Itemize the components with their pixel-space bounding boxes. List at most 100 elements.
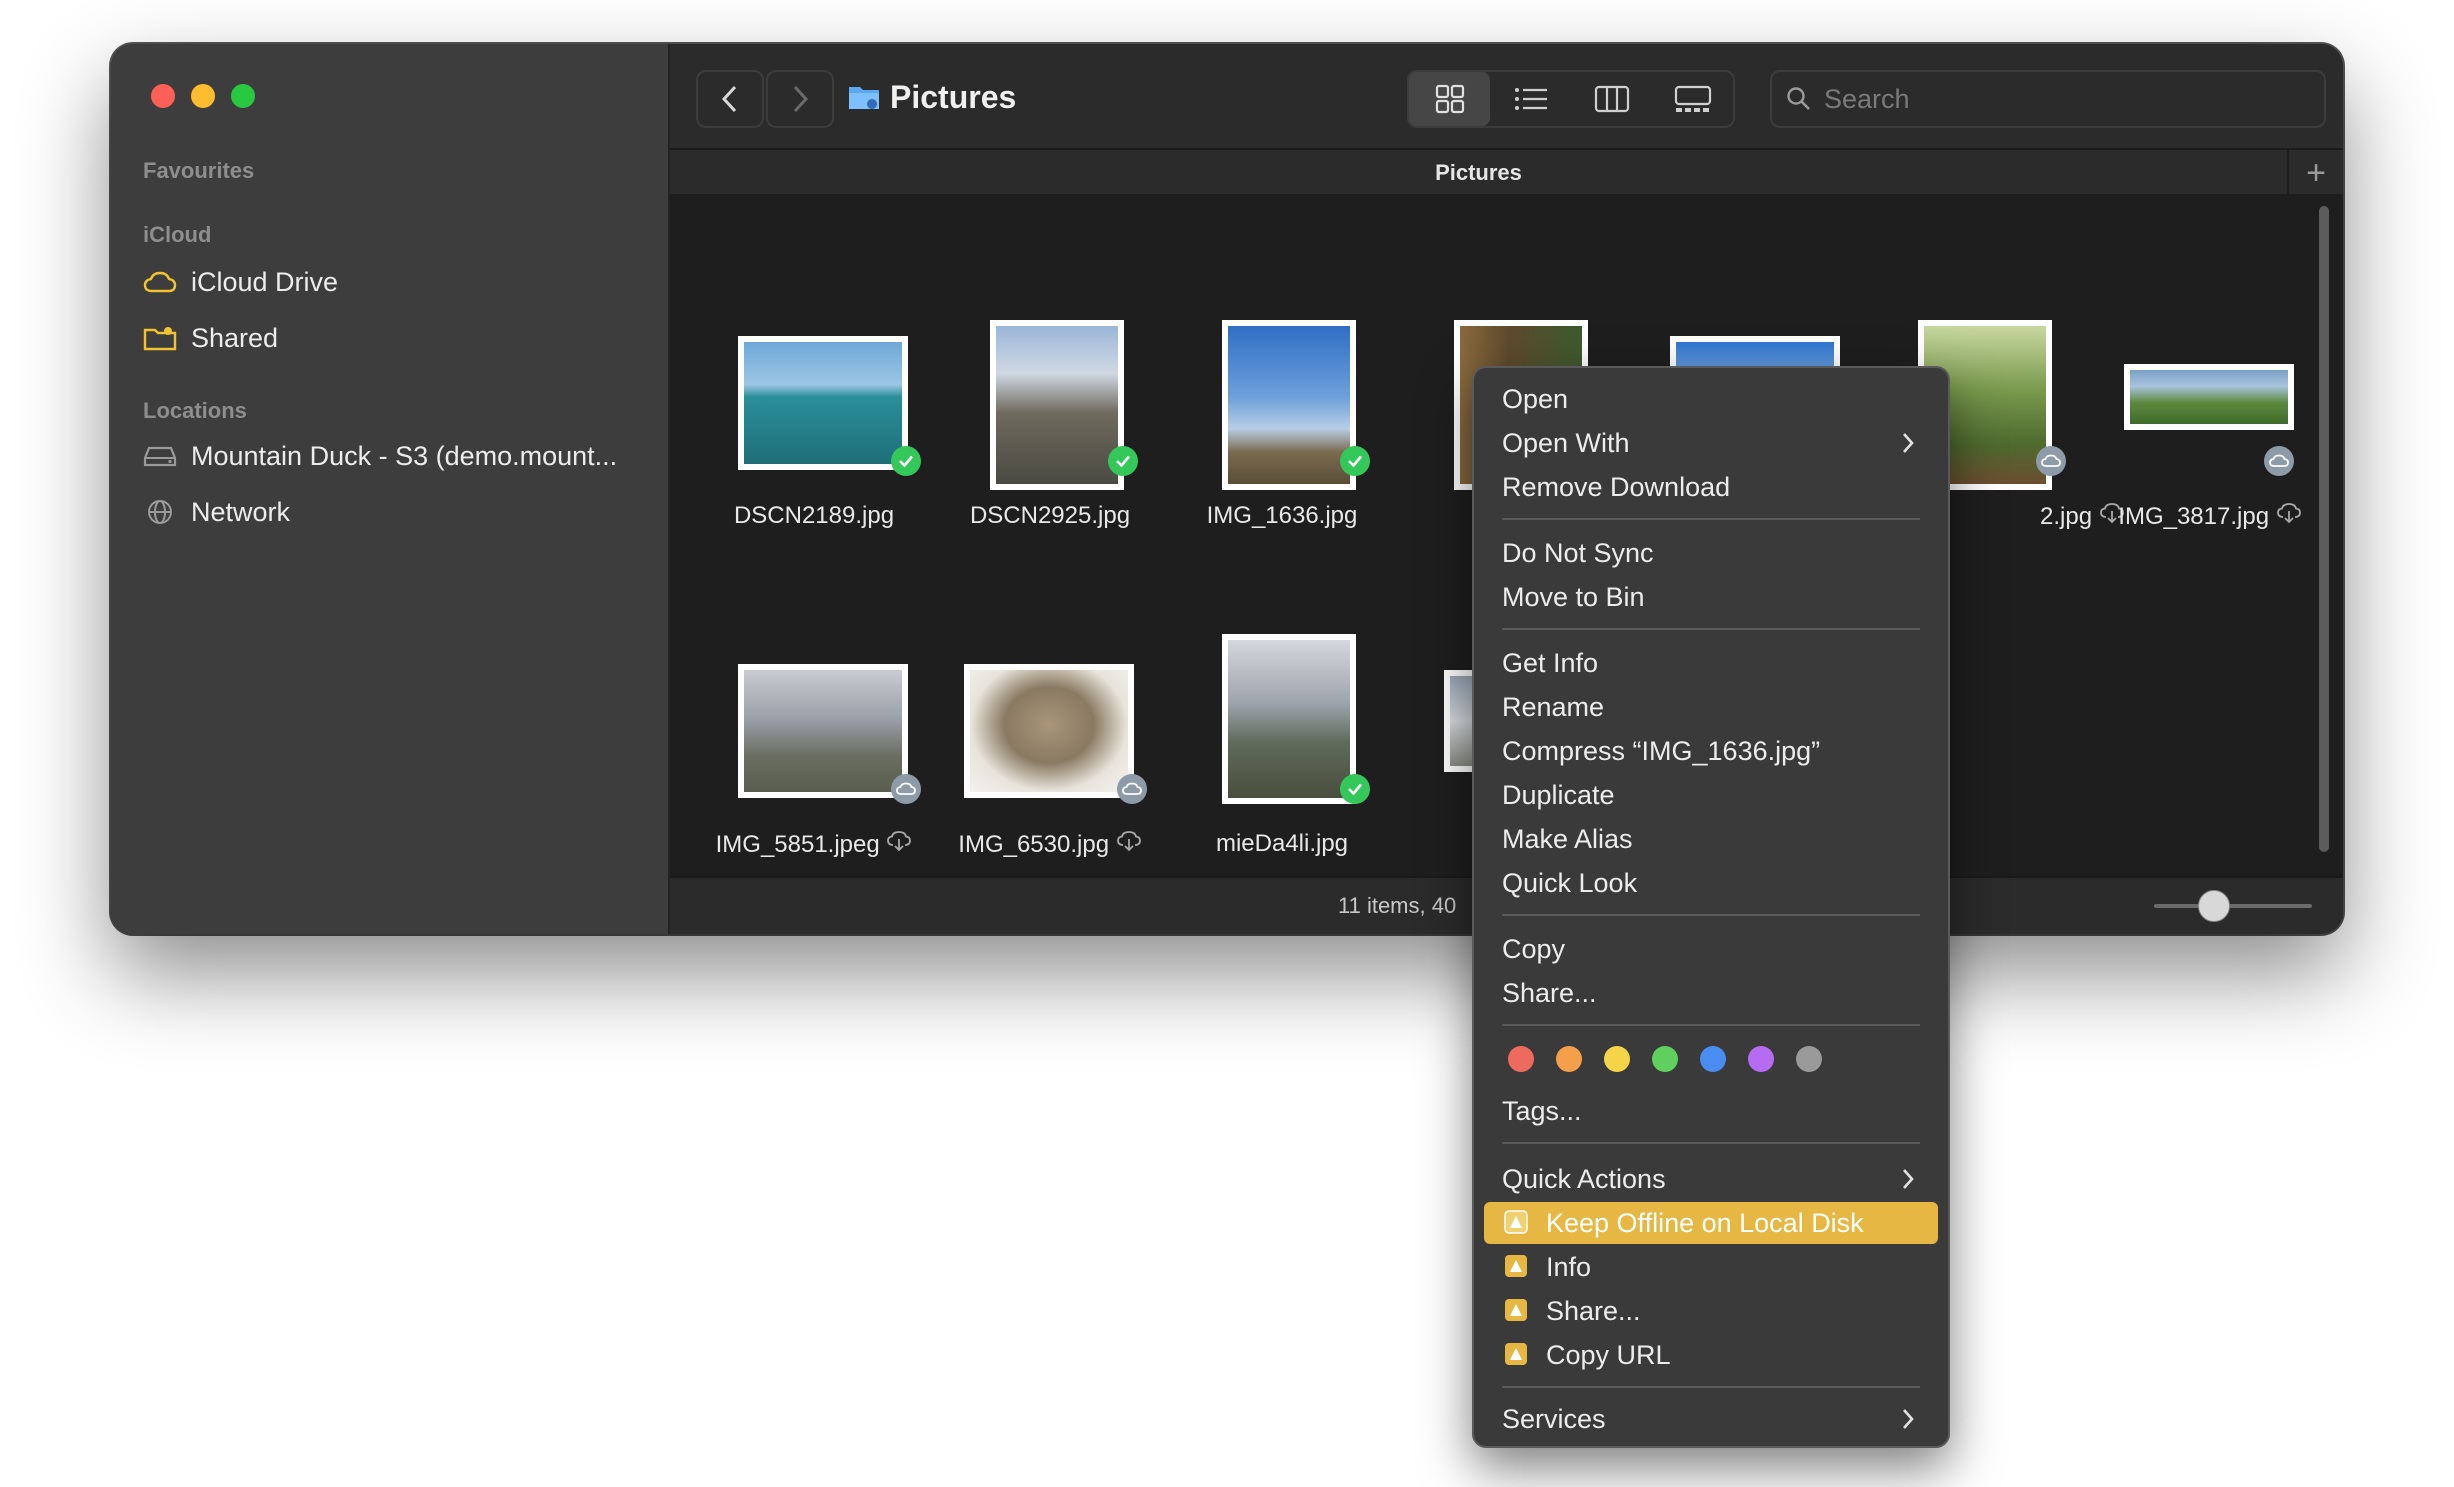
menu-separator [1502, 1024, 1920, 1026]
finder-window: Favourites iCloud iCloud Drive Shared Lo… [111, 44, 2343, 934]
column-view-button[interactable] [1571, 72, 1652, 126]
view-mode-group [1407, 70, 1735, 128]
new-tab-button[interactable]: + [2287, 150, 2343, 196]
cloud-icon [891, 774, 921, 804]
synced-icon [1340, 774, 1370, 804]
menu-item-quick-look[interactable]: Quick Look [1484, 862, 1938, 904]
list-view-button[interactable] [1490, 72, 1571, 126]
context-menu: Open Open With Remove Download Do Not Sy… [1472, 366, 1950, 1448]
sidebar-item-label: Shared [191, 322, 279, 353]
tag-blue[interactable] [1700, 1046, 1726, 1072]
file-name: mieDa4li.jpg [1215, 830, 1349, 857]
file-name: IMG_3817.jpg [2072, 502, 2343, 531]
file-thumbnail [1222, 320, 1356, 490]
menu-item-open-with[interactable]: Open With [1484, 422, 1938, 464]
menu-item-open[interactable]: Open [1484, 378, 1938, 420]
menu-separator [1502, 1386, 1920, 1388]
tab-pictures[interactable]: Pictures [670, 150, 2287, 196]
cloud-download-icon [1116, 831, 1141, 852]
file-thumbnail [964, 664, 1134, 798]
menu-item-make-alias[interactable]: Make Alias [1484, 818, 1938, 860]
menu-separator [1502, 628, 1920, 630]
grid-icon [1435, 84, 1464, 114]
cloud-icon [1117, 774, 1147, 804]
menu-separator [1502, 1142, 1920, 1144]
menu-item-keep-offline[interactable]: Keep Offline on Local Disk [1484, 1202, 1938, 1244]
chevron-right-icon [1903, 1169, 1914, 1189]
menu-separator [1502, 914, 1920, 916]
sidebar-item-shared[interactable]: Shared [143, 318, 278, 358]
cloud-icon [2264, 446, 2294, 476]
file-thumbnail [738, 664, 908, 798]
menu-item-md-info[interactable]: Info [1484, 1246, 1938, 1288]
cloud-download-icon [887, 831, 912, 852]
toolbar: Pictures Search Pictures + [670, 44, 2343, 196]
menu-item-copy-url[interactable]: Copy URL [1484, 1334, 1938, 1376]
sidebar-item-label: iCloud Drive [191, 266, 339, 297]
file-name: IMG_1636.jpg [1206, 502, 1358, 529]
menu-item-move-to-bin[interactable]: Move to Bin [1484, 576, 1938, 618]
sidebar-item-label: Mountain Duck - S3 (demo.mount... [191, 440, 618, 471]
back-button[interactable] [696, 70, 764, 128]
sidebar-item-mountain-duck[interactable]: Mountain Duck - S3 (demo.mount... [143, 436, 617, 476]
forward-button[interactable] [766, 70, 834, 128]
menu-separator [1502, 518, 1920, 520]
gallery-view-button[interactable] [1652, 72, 1733, 126]
sidebar-section-icloud: iCloud [143, 222, 212, 247]
tag-purple[interactable] [1748, 1046, 1774, 1072]
menu-item-md-share[interactable]: Share... [1484, 1290, 1938, 1332]
synced-icon [1340, 446, 1370, 476]
tab-bar: Pictures + [670, 148, 2343, 196]
sidebar-section-favourites: Favourites [143, 158, 255, 183]
icon-size-slider-knob[interactable] [2198, 890, 2230, 922]
menu-item-remove-download[interactable]: Remove Download [1484, 466, 1938, 508]
menu-item-duplicate[interactable]: Duplicate [1484, 774, 1938, 816]
menu-item-rename[interactable]: Rename [1484, 686, 1938, 728]
chevron-right-icon [1903, 433, 1914, 453]
file-name: DSCN2189.jpg [733, 502, 895, 529]
tag-orange[interactable] [1556, 1046, 1582, 1072]
chevron-right-icon [1903, 1409, 1914, 1429]
menu-item-services[interactable]: Services [1484, 1398, 1938, 1440]
status-text: 11 items, 40 [1338, 893, 1457, 918]
zoom-window-button[interactable] [231, 84, 255, 108]
cloud-download-icon [2276, 503, 2301, 524]
mountain-duck-icon [1502, 1208, 1532, 1238]
tag-gray[interactable] [1796, 1046, 1822, 1072]
drive-icon [143, 441, 177, 471]
minimize-window-button[interactable] [191, 84, 215, 108]
tag-yellow[interactable] [1604, 1046, 1630, 1072]
menu-item-get-info[interactable]: Get Info [1484, 642, 1938, 684]
menu-item-compress[interactable]: Compress “IMG_1636.jpg” [1484, 730, 1938, 772]
menu-item-tags[interactable]: Tags... [1484, 1090, 1938, 1132]
close-window-button[interactable] [151, 84, 175, 108]
shared-folder-icon [143, 323, 177, 353]
sidebar-item-network[interactable]: Network [143, 492, 290, 532]
folder-icon [848, 83, 880, 111]
list-icon [1514, 88, 1547, 110]
menu-item-copy[interactable]: Copy [1484, 928, 1938, 970]
menu-item-share[interactable]: Share... [1484, 972, 1938, 1014]
file-thumbnail [738, 336, 908, 470]
menu-item-quick-actions[interactable]: Quick Actions [1484, 1158, 1938, 1200]
columns-icon [1594, 85, 1629, 113]
file-thumbnail [990, 320, 1124, 490]
cloud-icon [2036, 446, 2066, 476]
synced-icon [891, 446, 921, 476]
tag-green[interactable] [1652, 1046, 1678, 1072]
search-input[interactable] [1822, 82, 2306, 116]
sidebar-section-locations: Locations [143, 398, 247, 423]
globe-icon [143, 497, 177, 527]
file-thumbnail [2124, 364, 2294, 430]
search-field[interactable] [1770, 70, 2326, 128]
icon-view-button[interactable] [1409, 72, 1490, 126]
tag-red[interactable] [1508, 1046, 1534, 1072]
chevron-right-icon [793, 85, 809, 113]
file-thumbnail [1222, 634, 1356, 804]
mountain-duck-icon [1502, 1252, 1532, 1282]
mountain-duck-icon [1502, 1296, 1532, 1326]
menu-item-do-not-sync[interactable]: Do Not Sync [1484, 532, 1938, 574]
synced-icon [1108, 446, 1138, 476]
icon-size-slider-track[interactable] [2154, 904, 2312, 908]
sidebar-item-icloud-drive[interactable]: iCloud Drive [143, 262, 338, 302]
